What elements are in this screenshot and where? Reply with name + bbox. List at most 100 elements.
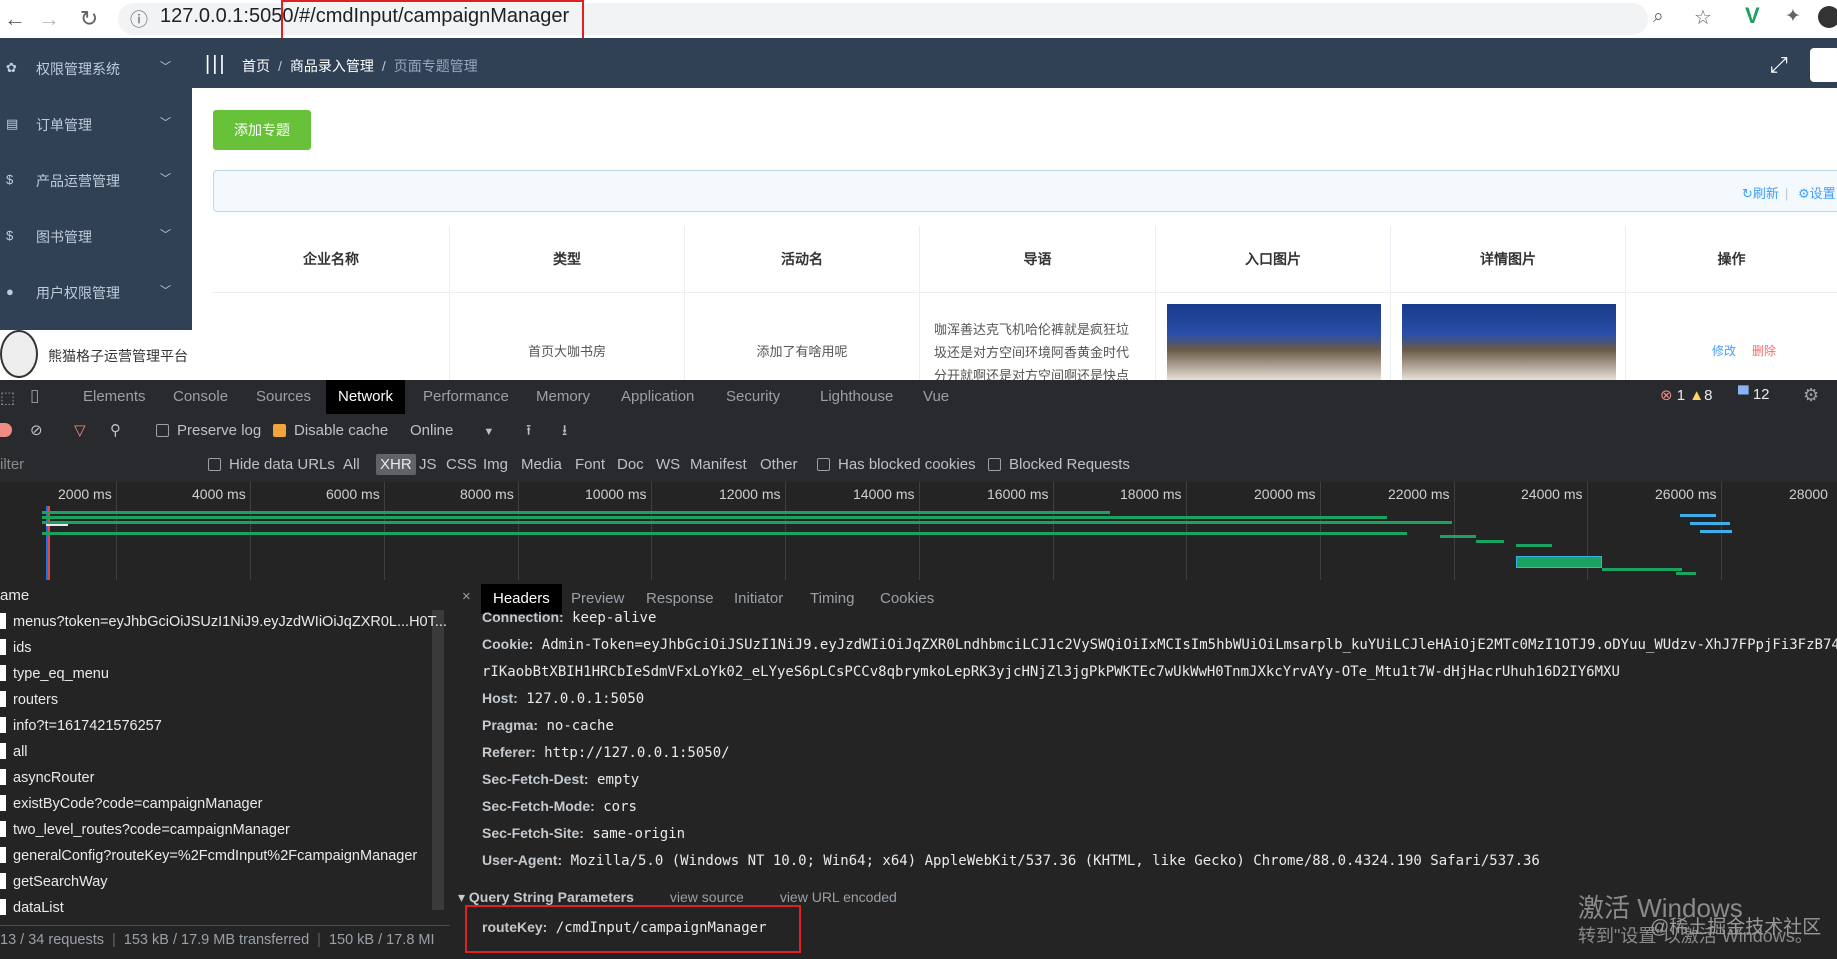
request-row[interactable]: menus?token=eyJhbGciOiJSUzI1NiJ9.eyJzdWI… bbox=[0, 609, 446, 635]
tab-lighthouse[interactable]: Lighthouse bbox=[820, 380, 893, 414]
import-har-icon[interactable]: ⭱ bbox=[526, 414, 531, 448]
request-row[interactable]: info?t=1617421576257 bbox=[0, 713, 446, 739]
tab-application[interactable]: Application bbox=[621, 380, 694, 414]
url-host: 127.0.0.1:5050 bbox=[160, 5, 294, 27]
request-row[interactable]: dataList bbox=[0, 895, 446, 921]
close-icon[interactable]: × bbox=[462, 588, 471, 605]
filter-media[interactable]: Media bbox=[521, 448, 562, 482]
tab-security[interactable]: Security bbox=[726, 380, 780, 414]
filter-manifest[interactable]: Manifest bbox=[690, 448, 747, 482]
filter-ws[interactable]: WS bbox=[656, 448, 680, 482]
issue-counters[interactable]: ⊗ 1 ▲8 bbox=[1660, 386, 1712, 404]
sidebar-item-orders[interactable]: ▤ 订单管理 ﹀ bbox=[0, 96, 192, 152]
message-icon: ▀ bbox=[1738, 386, 1749, 403]
add-topic-button[interactable]: 添加专题 bbox=[213, 110, 311, 150]
clear-icon[interactable]: ⊘ bbox=[30, 414, 43, 448]
info-icon[interactable]: ⓘ bbox=[130, 6, 148, 32]
filter-font[interactable]: Font bbox=[575, 448, 605, 482]
edit-link[interactable]: 修改 bbox=[1712, 342, 1736, 359]
request-row[interactable]: ids bbox=[0, 635, 446, 661]
filter-all[interactable]: All bbox=[343, 448, 360, 482]
timeline-tick-label: 12000 ms bbox=[719, 486, 781, 502]
extensions-icon[interactable]: ✦ bbox=[1785, 5, 1801, 28]
filter-xhr[interactable]: XHR bbox=[376, 448, 416, 482]
tab-cookies[interactable]: Cookies bbox=[880, 584, 934, 614]
inspect-icon[interactable]: ⬚ bbox=[0, 388, 15, 408]
timeline-gridline bbox=[518, 482, 519, 580]
delete-link[interactable]: 删除 bbox=[1752, 342, 1776, 359]
reload-icon[interactable]: ↻ bbox=[74, 4, 104, 34]
sidebar-item-user-permissions[interactable]: ● 用户权限管理 ﹀ bbox=[0, 264, 192, 320]
request-row[interactable]: asyncRouter bbox=[0, 765, 446, 791]
request-name: routers bbox=[13, 692, 59, 708]
refresh-button[interactable]: ↻刷新 | bbox=[1742, 183, 1788, 202]
tab-vue[interactable]: Vue bbox=[923, 380, 949, 414]
message-counter[interactable]: ▀ 12 bbox=[1738, 386, 1770, 403]
header-row: Pragma: no-cache bbox=[482, 717, 614, 734]
filter-js[interactable]: JS bbox=[419, 448, 437, 482]
timeline-bar bbox=[1602, 568, 1682, 571]
zoom-icon[interactable]: ⌕ bbox=[1653, 6, 1664, 28]
fullscreen-icon[interactable]: ⤢ bbox=[1770, 54, 1792, 76]
search-icon[interactable]: ⚲ bbox=[110, 414, 121, 448]
highlight-box-route-key bbox=[465, 905, 801, 953]
request-row[interactable]: generalConfig?routeKey=%2FcmdInput%2Fcam… bbox=[0, 843, 446, 869]
export-har-icon[interactable]: ⭳ bbox=[562, 414, 567, 448]
disable-cache-checkbox[interactable]: Disable cache bbox=[273, 414, 388, 448]
entry-cat-image bbox=[1167, 304, 1381, 380]
tab-performance[interactable]: Performance bbox=[423, 380, 509, 414]
view-url-encoded-link[interactable]: view URL encoded bbox=[780, 889, 897, 905]
forward-icon[interactable]: → bbox=[34, 4, 64, 34]
timeline-bar bbox=[1700, 530, 1732, 533]
filter-doc[interactable]: Doc bbox=[617, 448, 644, 482]
warning-count: 8 bbox=[1704, 387, 1713, 404]
sidebar-item-books[interactable]: $ 图书管理 ﹀ bbox=[0, 208, 192, 264]
preserve-log-checkbox[interactable]: Preserve log bbox=[156, 414, 261, 448]
profile-avatar[interactable] bbox=[1818, 6, 1837, 28]
request-list-header[interactable]: ame bbox=[0, 587, 29, 604]
sidebar-item-product-ops[interactable]: $ 产品运营管理 ﹀ bbox=[0, 152, 192, 208]
filter-css[interactable]: CSS bbox=[446, 448, 477, 482]
request-row[interactable]: all bbox=[0, 739, 446, 765]
devtools-settings-icon[interactable]: ⚙ bbox=[1803, 385, 1819, 406]
request-row[interactable]: getSearchWay bbox=[0, 869, 446, 895]
request-row[interactable]: two_level_routes?code=campaignManager bbox=[0, 817, 446, 843]
bookmark-star-icon[interactable]: ☆ bbox=[1694, 5, 1712, 30]
hamburger-icon[interactable]: ||| bbox=[205, 53, 227, 76]
header-key: Host: bbox=[482, 690, 518, 706]
tab-sources[interactable]: Sources bbox=[256, 380, 311, 414]
table-header-company: 企业名称 bbox=[213, 226, 450, 293]
view-source-link[interactable]: view source bbox=[670, 889, 744, 905]
device-toolbar-icon[interactable]: ▯ bbox=[30, 386, 39, 406]
throttling-select[interactable]: Online ▼ bbox=[410, 414, 494, 449]
tab-network[interactable]: Network bbox=[326, 380, 406, 414]
settings-button[interactable]: ⚙设置 bbox=[1798, 183, 1836, 202]
tab-elements[interactable]: Elements bbox=[83, 380, 146, 414]
request-row[interactable]: routers bbox=[0, 687, 446, 713]
has-blocked-cookies-checkbox[interactable]: Has blocked cookies bbox=[817, 448, 976, 482]
header-key: Sec-Fetch-Dest: bbox=[482, 771, 589, 787]
sidebar-item-permissions[interactable]: ✿ 权限管理系统 ﹀ bbox=[0, 40, 192, 96]
tab-console[interactable]: Console bbox=[173, 380, 228, 414]
dollar-icon: $ bbox=[6, 172, 14, 187]
tab-memory[interactable]: Memory bbox=[536, 380, 590, 414]
filter-input[interactable]: ilter bbox=[0, 448, 24, 482]
tab-timing[interactable]: Timing bbox=[810, 584, 854, 614]
back-icon[interactable]: ← bbox=[0, 4, 30, 34]
filter-icon[interactable]: ▽ bbox=[74, 414, 86, 448]
breadcrumb-home[interactable]: 首页 bbox=[242, 58, 270, 74]
header-value: rIKaobBtXBIH1HRCbIeSdmVFxLoYk02_eLYyeS6p… bbox=[482, 664, 1620, 680]
vue-devtools-extension-icon[interactable]: V bbox=[1745, 3, 1760, 29]
filter-img[interactable]: Img bbox=[483, 448, 508, 482]
filter-other[interactable]: Other bbox=[760, 448, 798, 482]
query-string-section-header[interactable]: ▾ Query String Parameters view source view… bbox=[458, 889, 897, 906]
hide-data-urls-checkbox[interactable]: Hide data URLs bbox=[208, 448, 335, 482]
request-row[interactable]: type_eq_menu bbox=[0, 661, 446, 687]
sidebar-item-label: 用户权限管理 bbox=[36, 285, 120, 301]
tab-initiator[interactable]: Initiator bbox=[734, 584, 783, 614]
breadcrumb-section[interactable]: 商品录入管理 bbox=[290, 58, 374, 74]
avatar[interactable] bbox=[1810, 48, 1837, 82]
blocked-requests-checkbox[interactable]: Blocked Requests bbox=[988, 448, 1130, 482]
timeline-bar bbox=[1676, 572, 1696, 575]
request-row[interactable]: existByCode?code=campaignManager bbox=[0, 791, 446, 817]
